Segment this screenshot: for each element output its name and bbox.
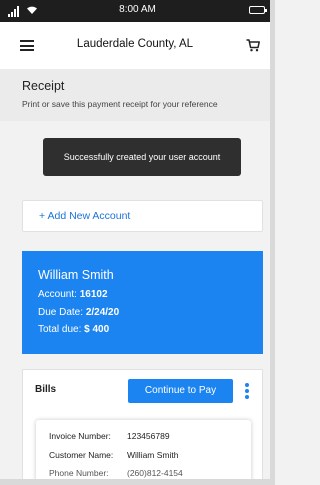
phone-number-row: Phone Number: (260)812-4154 (49, 468, 183, 478)
customer-name-label: Customer Name: (49, 450, 114, 460)
total-due-label: Total due: (38, 324, 82, 335)
invoice-number-value: 123456789 (127, 431, 170, 441)
invoice-number-label: Invoice Number: (49, 431, 111, 441)
bills-title: Bills (35, 384, 57, 395)
account-number-row: Account: 16102 (38, 289, 108, 300)
header-title: Lauderdale County, AL (76, 38, 194, 50)
due-date-row: Due Date: 2/24/20 (38, 307, 119, 318)
cart-icon[interactable] (246, 39, 260, 52)
app-screen: 8:00 AM Lauderdale County, AL Receipt Pr… (0, 0, 275, 485)
invoice-number-row: Invoice Number: 123456789 (49, 431, 170, 441)
customer-name-value: William Smith (127, 450, 179, 460)
add-new-account-button[interactable]: + Add New Account (22, 200, 263, 232)
success-toast: Successfully created your user account (43, 138, 241, 176)
total-due-row: Total due: $ 400 (38, 324, 109, 335)
page-title: Receipt (22, 79, 65, 93)
account-card: William Smith Account: 16102 Due Date: 2… (22, 251, 263, 354)
invoice-card: Invoice Number: 123456789 Customer Name: W… (36, 420, 251, 480)
continue-to-pay-button[interactable]: Continue to Pay (128, 379, 233, 403)
account-number-label: Account: (38, 289, 77, 300)
bills-card: Bills Continue to Pay Invoice Number: 123… (22, 369, 263, 481)
screen-edge-bottom (0, 479, 275, 485)
due-date-value: 2/24/20 (85, 307, 120, 318)
phone-number-label: Phone Number: (49, 468, 109, 478)
receipt-header: Receipt Print or save this payment recei… (0, 69, 270, 121)
account-holder-name: William Smith (38, 268, 114, 282)
screen-edge-right (270, 0, 275, 485)
account-number-value: 16102 (79, 289, 108, 300)
status-bar: 8:00 AM (0, 0, 275, 22)
app-header: Lauderdale County, AL (0, 22, 270, 69)
total-due-value: $ 400 (84, 324, 110, 335)
phone-number-value: (260)812-4154 (127, 468, 183, 478)
customer-name-row: Customer Name: William Smith (49, 450, 178, 460)
page-subtitle: Print or save this payment receipt for y… (22, 99, 218, 109)
status-time: 8:00 AM (119, 4, 156, 15)
battery-icon (249, 6, 267, 14)
due-date-label: Due Date: (38, 307, 84, 318)
more-options-icon[interactable] (245, 383, 249, 399)
